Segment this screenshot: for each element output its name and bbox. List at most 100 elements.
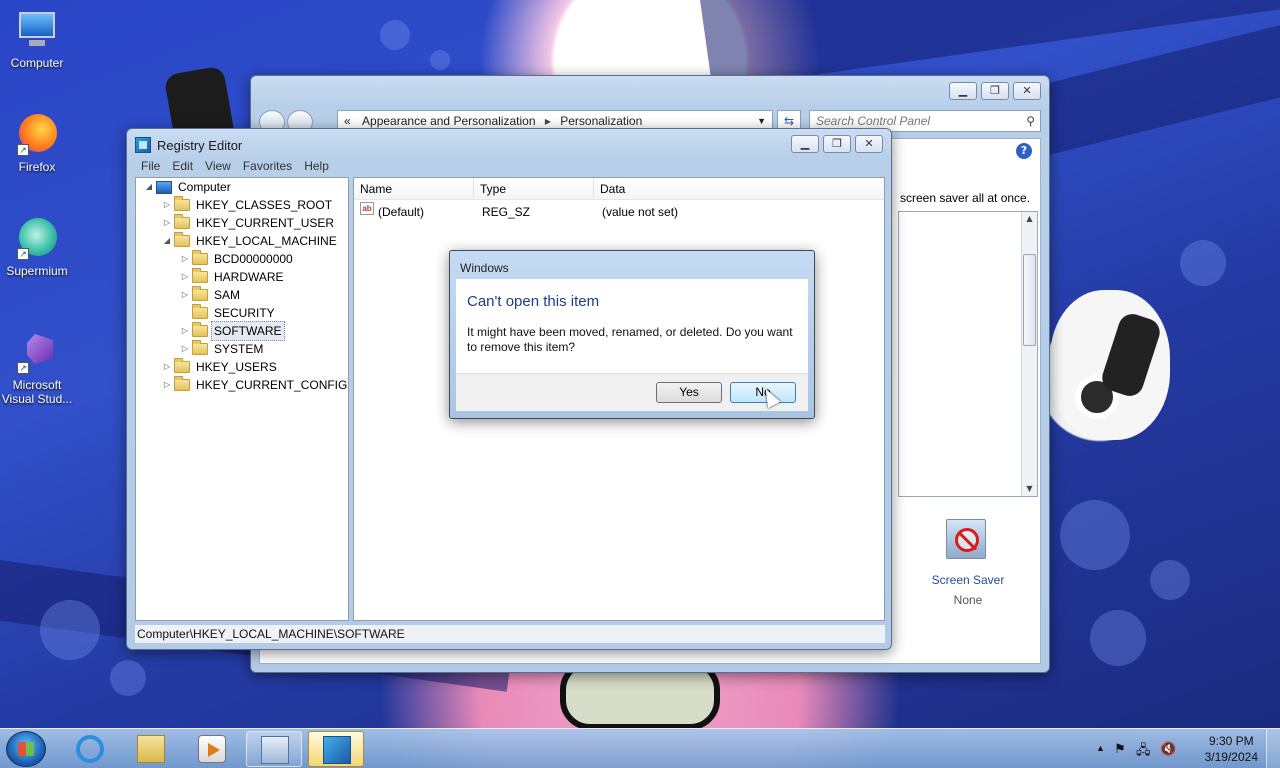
- tree-item-sam[interactable]: ▷ SAM: [180, 286, 240, 304]
- scroll-up-icon[interactable]: ▲: [1022, 212, 1037, 226]
- taskbar-media-player-button[interactable]: [184, 731, 240, 767]
- desktop-icon-computer[interactable]: Computer: [0, 8, 74, 70]
- expand-arrow-icon[interactable]: ▷: [180, 250, 190, 268]
- folder-icon: [174, 358, 190, 373]
- folder-icon: [192, 322, 208, 337]
- collapse-arrow-icon[interactable]: ◢: [144, 178, 154, 196]
- media-player-icon: [198, 735, 226, 763]
- caption-buttons: ▁ ❐ ✕: [791, 135, 883, 153]
- clock-time: 9:30 PM: [1208, 734, 1254, 748]
- taskbar: ▲ ⚑ 🖧 🔇 9:30 PM 3/19/2024: [0, 728, 1280, 768]
- minimize-button[interactable]: ▁: [791, 135, 819, 153]
- firefox-icon: ↗: [15, 112, 59, 156]
- theme-list-scrollbar[interactable]: ▲ ▼: [1021, 212, 1037, 496]
- scroll-down-icon[interactable]: ▼: [1022, 482, 1037, 496]
- window-titlebar[interactable]: Registry Editor: [135, 135, 242, 155]
- menu-file[interactable]: File: [135, 157, 166, 175]
- tree-item-hardware[interactable]: ▷ HARDWARE: [180, 268, 284, 286]
- taskbar-control-panel-button[interactable]: [246, 731, 302, 767]
- tree-item-system[interactable]: ▷ SYSTEM: [180, 340, 263, 358]
- column-header-data[interactable]: Data: [594, 178, 884, 200]
- tree-item-computer[interactable]: ◢ Computer: [144, 178, 231, 196]
- value-data: (value not set): [602, 205, 679, 219]
- tree-item-security[interactable]: SECURITY: [180, 304, 275, 322]
- volume-muted-icon[interactable]: 🔇: [1160, 741, 1176, 757]
- tree-item-label: Computer: [178, 180, 231, 194]
- computer-icon: [15, 8, 59, 52]
- taskbar-clock[interactable]: 9:30 PM 3/19/2024: [1205, 733, 1258, 765]
- close-button[interactable]: ✕: [855, 135, 883, 153]
- show-hidden-icons-icon[interactable]: ▲: [1096, 743, 1105, 753]
- menu-bar: File Edit View Favorites Help: [135, 157, 335, 175]
- tree-item-hkcu[interactable]: ▷ HKEY_CURRENT_USER: [162, 214, 334, 232]
- menu-favorites[interactable]: Favorites: [237, 157, 298, 175]
- tree-item-label: SAM: [214, 288, 241, 302]
- network-icon[interactable]: 🖧: [1136, 741, 1151, 763]
- close-button[interactable]: ✕: [1013, 82, 1041, 100]
- help-icon[interactable]: ?: [1016, 143, 1032, 159]
- show-desktop-button[interactable]: [1266, 729, 1280, 768]
- menu-view[interactable]: View: [199, 157, 237, 175]
- shortcut-arrow-icon: ↗: [17, 362, 29, 374]
- maximize-button[interactable]: ❐: [981, 82, 1009, 100]
- folder-icon: [137, 735, 165, 763]
- expand-arrow-icon[interactable]: ▷: [180, 268, 190, 286]
- expand-arrow-icon[interactable]: ▷: [162, 196, 172, 214]
- breadcrumb-separator-icon[interactable]: ▸: [545, 114, 551, 128]
- tree-item-label: HARDWARE: [214, 270, 284, 284]
- dialog-title: Windows: [460, 261, 509, 275]
- theme-list[interactable]: ▲ ▼: [898, 211, 1038, 497]
- tree-item-bcd[interactable]: ▷ BCD00000000: [180, 250, 293, 268]
- desktop-icon-visual-studio[interactable]: ↗ Microsoft Visual Stud...: [0, 330, 74, 406]
- expand-arrow-icon[interactable]: ▷: [180, 322, 190, 340]
- tree-item-hkcc[interactable]: ▷ HKEY_CURRENT_CONFIG: [162, 376, 347, 394]
- screen-saver-icon[interactable]: [946, 519, 986, 559]
- dialog-body: Can't open this item It might have been …: [456, 279, 808, 373]
- desktop-icon-label: Supermium: [6, 264, 68, 278]
- tree-item-hklm[interactable]: ◢ HKEY_LOCAL_MACHINE: [162, 232, 337, 250]
- expand-arrow-icon[interactable]: ▷: [180, 286, 190, 304]
- expand-arrow-icon[interactable]: ▷: [162, 214, 172, 232]
- desktop-icon-supermium[interactable]: ↗ Supermium: [0, 216, 74, 278]
- maximize-button[interactable]: ❐: [823, 135, 851, 153]
- folder-icon: [174, 232, 190, 247]
- address-overflow-chevron[interactable]: «: [344, 114, 351, 128]
- tree-item-software[interactable]: ▷ SOFTWARE: [180, 321, 285, 341]
- screen-saver-link[interactable]: Screen Saver: [920, 573, 1016, 587]
- collapse-arrow-icon[interactable]: ◢: [162, 232, 172, 250]
- yes-button[interactable]: Yes: [656, 382, 722, 403]
- value-name: (Default): [378, 205, 425, 219]
- desktop-icon-label: Computer: [10, 56, 64, 70]
- list-item[interactable]: ab (Default) REG_SZ (value not set): [354, 202, 884, 222]
- minimize-button[interactable]: ▁: [949, 82, 977, 100]
- menu-help[interactable]: Help: [298, 157, 335, 175]
- scrollbar-thumb[interactable]: [1023, 254, 1036, 346]
- breadcrumb-appearance[interactable]: Appearance and Personalization: [362, 114, 535, 128]
- string-value-icon: ab: [360, 202, 374, 215]
- folder-icon: [192, 304, 208, 319]
- folder-icon: [174, 196, 190, 211]
- tree-item-hkcr[interactable]: ▷ HKEY_CLASSES_ROOT: [162, 196, 332, 214]
- tree-item-label: HKEY_CURRENT_USER: [196, 216, 335, 230]
- registry-editor-icon: [135, 137, 151, 153]
- start-button[interactable]: [6, 731, 46, 767]
- tree-item-hku[interactable]: ▷ HKEY_USERS: [162, 358, 277, 376]
- action-center-flag-icon[interactable]: ⚑: [1114, 741, 1126, 757]
- folder-icon: [192, 268, 208, 283]
- column-header-name[interactable]: Name: [354, 178, 474, 200]
- expand-arrow-icon[interactable]: ▷: [162, 376, 172, 394]
- folder-icon: [192, 340, 208, 355]
- expand-arrow-icon[interactable]: ▷: [162, 358, 172, 376]
- desktop-icon-firefox[interactable]: ↗ Firefox: [0, 112, 74, 174]
- breadcrumb-personalization[interactable]: Personalization: [560, 114, 642, 128]
- menu-edit[interactable]: Edit: [166, 157, 199, 175]
- search-icon[interactable]: ⚲: [1026, 111, 1035, 131]
- column-header-type[interactable]: Type: [474, 178, 594, 200]
- taskbar-registry-editor-button[interactable]: [308, 731, 364, 767]
- registry-tree[interactable]: ◢ Computer ▷ HKEY_CLASSES_ROOT ▷ HKEY_CU…: [135, 177, 349, 621]
- dialog-button-area: Yes No: [456, 373, 808, 411]
- taskbar-ie-button[interactable]: [62, 731, 118, 767]
- tree-item-label: SYSTEM: [214, 342, 264, 356]
- taskbar-explorer-button[interactable]: [123, 731, 179, 767]
- expand-arrow-icon[interactable]: ▷: [180, 340, 190, 358]
